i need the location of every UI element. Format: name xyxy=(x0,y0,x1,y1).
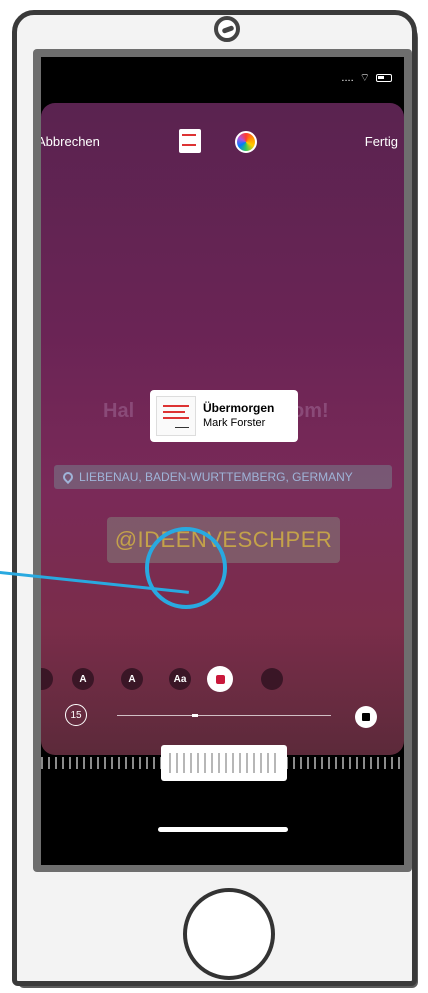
battery-icon xyxy=(376,74,392,82)
screen: .... ⌔ Hal om! Übermorgen Mark Forster L… xyxy=(41,57,404,865)
color-wheel-icon[interactable] xyxy=(235,131,257,153)
cancel-button[interactable]: Abbrechen xyxy=(41,134,100,149)
style-option-album-sticker[interactable] xyxy=(207,666,233,692)
location-pin-icon xyxy=(60,469,76,485)
style-option-text[interactable]: Aa xyxy=(169,668,191,690)
location-sticker[interactable]: LIEBENAU, BADEN-WURTTEMBERG, GERMANY xyxy=(54,465,392,489)
duration-selector[interactable]: 15 xyxy=(65,704,87,726)
album-cover xyxy=(156,396,196,436)
playback-position[interactable] xyxy=(192,714,198,717)
style-option-lyrics[interactable]: A xyxy=(72,668,94,690)
mention-label: @IDEENVESCHPER xyxy=(114,527,333,552)
stop-button[interactable] xyxy=(355,706,377,728)
story-canvas: Hal om! Übermorgen Mark Forster LIEBENAU… xyxy=(41,103,404,781)
audio-waveform[interactable] xyxy=(41,745,404,781)
record-icon xyxy=(215,674,225,684)
music-sticker-icon[interactable] xyxy=(179,129,201,153)
artist-name: Mark Forster xyxy=(203,417,266,429)
signal-indicator: .... xyxy=(341,72,354,84)
sticker-style-toolbar: A A Aa xyxy=(41,658,404,698)
wifi-icon: ⌔ xyxy=(359,72,370,84)
stop-icon xyxy=(362,713,370,721)
location-label: LIEBENAU, BADEN-WURTTEMBERG, GERMANY xyxy=(79,470,353,484)
waveform-selection[interactable] xyxy=(161,745,287,781)
style-option-album-cover[interactable] xyxy=(261,668,283,690)
song-title: Übermorgen xyxy=(203,401,275,415)
playback-track xyxy=(117,715,331,716)
status-bar: .... ⌔ xyxy=(341,71,392,85)
background-text-left: Hal xyxy=(103,400,135,422)
style-option-partial[interactable] xyxy=(41,668,53,690)
editor-top-bar: Abbrechen Fertig xyxy=(41,129,404,155)
home-button-icon xyxy=(183,888,275,980)
highlight-ring xyxy=(145,527,227,609)
music-sticker[interactable]: Übermorgen Mark Forster xyxy=(150,390,298,442)
selection-bars xyxy=(169,753,279,773)
style-option-text-box[interactable]: A xyxy=(121,668,143,690)
camera-icon xyxy=(214,16,240,42)
home-indicator xyxy=(158,827,288,832)
done-button[interactable]: Fertig xyxy=(365,134,398,149)
